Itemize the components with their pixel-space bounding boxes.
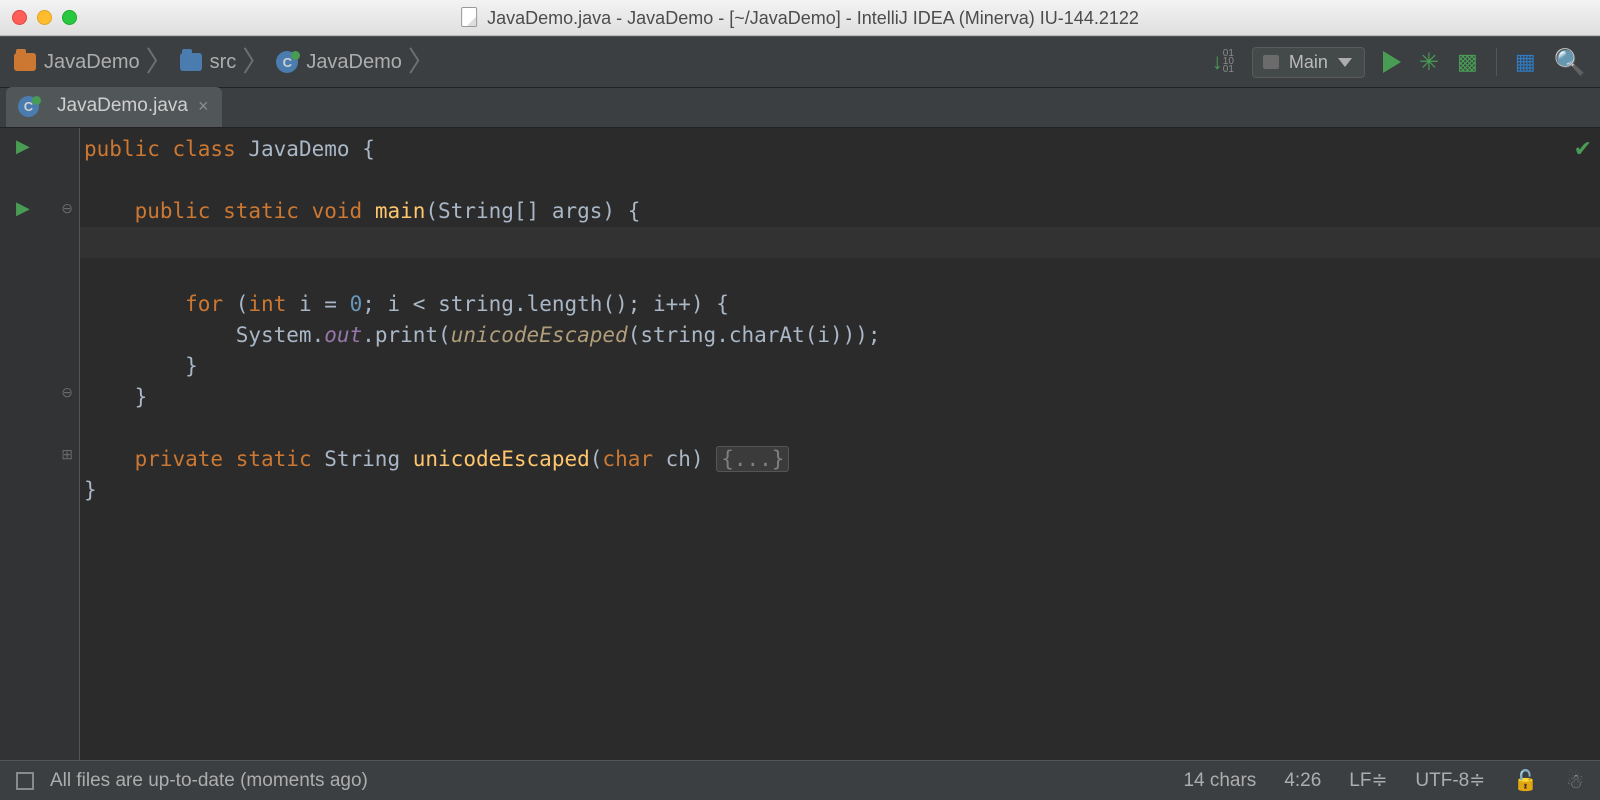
minimize-window-button[interactable] bbox=[37, 10, 52, 25]
window-title-text: JavaDemo.java - JavaDemo - [~/JavaDemo] … bbox=[487, 8, 1139, 28]
window-titlebar: JavaDemo.java - JavaDemo - [~/JavaDemo] … bbox=[0, 0, 1600, 36]
code-area[interactable]: ✔ public class JavaDemo { public static … bbox=[80, 128, 1600, 760]
debug-button[interactable]: ✳ bbox=[1419, 48, 1439, 77]
status-encoding[interactable]: UTF-8≑ bbox=[1415, 769, 1485, 792]
status-chars: 14 chars bbox=[1183, 770, 1256, 792]
run-config-selector[interactable]: Main bbox=[1252, 47, 1365, 78]
editor-tab-javademo[interactable]: C JavaDemo.java × bbox=[6, 87, 222, 127]
fold-toggle-icon[interactable]: ⊖ bbox=[61, 384, 73, 401]
project-structure-button[interactable]: ▦ bbox=[1515, 49, 1536, 75]
tool-window-toggle-icon[interactable] bbox=[16, 772, 34, 790]
run-gutter-icon[interactable]: ▶ bbox=[16, 198, 30, 219]
run-coverage-button[interactable]: ▩ bbox=[1457, 49, 1478, 75]
readonly-toggle-icon[interactable]: 🔓 bbox=[1513, 768, 1538, 793]
chevron-right-icon: 〉 bbox=[146, 48, 174, 76]
folded-code-block[interactable]: {...} bbox=[716, 446, 789, 472]
binary-icon: 011001 bbox=[1223, 50, 1234, 74]
current-line-highlight bbox=[80, 227, 1600, 258]
close-tab-button[interactable]: × bbox=[198, 96, 209, 117]
breadcrumb-project[interactable]: JavaDemo bbox=[44, 51, 140, 74]
chevron-right-icon: 〉 bbox=[408, 48, 436, 76]
status-bar: All files are up-to-date (moments ago) 1… bbox=[0, 760, 1600, 800]
status-left: All files are up-to-date (moments ago) bbox=[16, 770, 368, 792]
fold-expand-icon[interactable]: ⊞ bbox=[61, 446, 73, 463]
update-from-vcs-button[interactable]: ↓011001 bbox=[1212, 49, 1234, 75]
arrow-down-icon: ↓ bbox=[1212, 49, 1221, 75]
breadcrumb: JavaDemo 〉 src 〉 C JavaDemo 〉 bbox=[14, 48, 442, 76]
fold-toggle-icon[interactable]: ⊖ bbox=[61, 200, 73, 217]
code-editor[interactable]: ▶ ▶ ⊖ ⊖ ⊞ ✔ public class JavaDemo { publ… bbox=[0, 128, 1600, 760]
main-toolbar: JavaDemo 〉 src 〉 C JavaDemo 〉 ↓011001 Ma… bbox=[0, 36, 1600, 88]
editor-gutter[interactable]: ▶ ▶ ⊖ ⊖ ⊞ bbox=[0, 128, 80, 760]
status-position[interactable]: 4:26 bbox=[1284, 770, 1321, 792]
run-button[interactable] bbox=[1383, 51, 1401, 73]
code-text[interactable]: public class JavaDemo { public static vo… bbox=[84, 134, 1596, 506]
chevron-right-icon: 〉 bbox=[242, 48, 270, 76]
toolbar-actions: ↓011001 Main ✳ ▩ ▦ 🔍 bbox=[1212, 47, 1586, 78]
window-title: JavaDemo.java - JavaDemo - [~/JavaDemo] … bbox=[461, 7, 1139, 29]
document-icon bbox=[461, 7, 477, 27]
class-icon: C bbox=[276, 51, 298, 73]
status-line-separator[interactable]: LF≑ bbox=[1349, 769, 1387, 792]
separator bbox=[1496, 48, 1497, 76]
maximize-window-button[interactable] bbox=[62, 10, 77, 25]
status-right: 14 chars 4:26 LF≑ UTF-8≑ 🔓 ☃ bbox=[1183, 768, 1584, 793]
status-message: All files are up-to-date (moments ago) bbox=[50, 770, 368, 792]
hector-inspections-icon[interactable]: ☃ bbox=[1566, 769, 1584, 794]
window-controls bbox=[12, 10, 77, 25]
folder-icon bbox=[180, 53, 202, 71]
editor-tabs: C JavaDemo.java × bbox=[0, 88, 1600, 128]
close-window-button[interactable] bbox=[12, 10, 27, 25]
search-everywhere-button[interactable]: 🔍 bbox=[1554, 47, 1586, 78]
run-config-name: Main bbox=[1289, 52, 1328, 73]
class-icon: C bbox=[18, 96, 39, 117]
breadcrumb-class[interactable]: JavaDemo bbox=[306, 51, 402, 74]
run-gutter-icon[interactable]: ▶ bbox=[16, 136, 30, 157]
inspections-ok-icon[interactable]: ✔ bbox=[1574, 136, 1592, 162]
run-config-icon bbox=[1263, 55, 1279, 69]
chevron-down-icon bbox=[1338, 58, 1352, 67]
project-icon bbox=[14, 53, 36, 71]
editor-tab-label: JavaDemo.java bbox=[57, 95, 188, 117]
breadcrumb-src[interactable]: src bbox=[210, 51, 237, 74]
